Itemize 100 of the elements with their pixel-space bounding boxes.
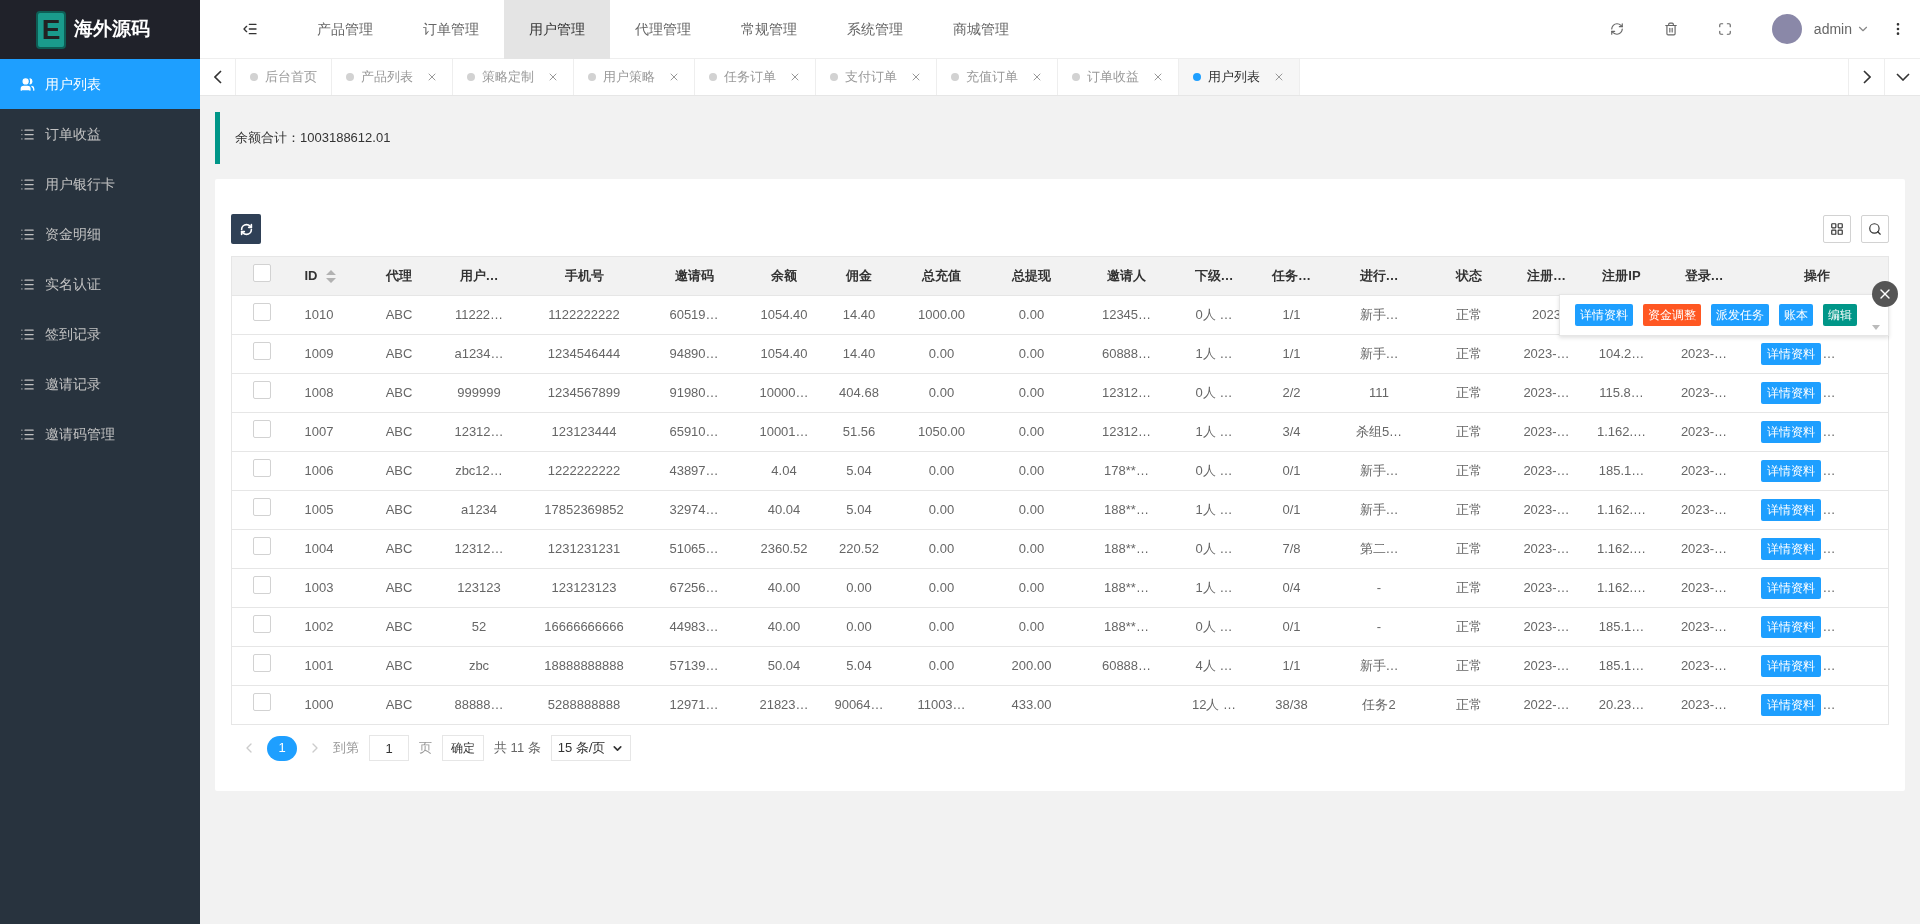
table-cell: 188**…: [1104, 619, 1149, 635]
overflow-ellipsis: …: [1822, 618, 1836, 637]
close-icon[interactable]: [1273, 71, 1285, 83]
close-icon[interactable]: [426, 71, 438, 83]
table-cell: 115.8…: [1599, 385, 1644, 401]
page-tab[interactable]: 策略定制: [453, 59, 574, 95]
column-header[interactable]: ID: [304, 266, 336, 286]
table-cell: 188**…: [1104, 541, 1149, 557]
table-cell: 2023-…: [1680, 619, 1728, 635]
table-cell: 2023-…: [1680, 658, 1728, 674]
close-icon[interactable]: [547, 71, 559, 83]
close-icon[interactable]: [910, 71, 922, 83]
nav-tab[interactable]: 系统管理: [822, 0, 928, 59]
sort-icon[interactable]: [325, 269, 336, 283]
details-button[interactable]: 详情资料: [1760, 343, 1821, 365]
action-button[interactable]: 账本: [1779, 304, 1813, 326]
page-tab[interactable]: 后台首页: [236, 59, 332, 95]
refresh-icon[interactable]: [1609, 22, 1624, 36]
close-icon[interactable]: [1031, 71, 1043, 83]
page-tab[interactable]: 产品列表: [332, 59, 453, 95]
checkbox[interactable]: [252, 654, 271, 673]
user-name[interactable]: admin: [1813, 18, 1852, 40]
users-icon: [20, 76, 35, 92]
details-button[interactable]: 详情资料: [1760, 655, 1821, 677]
table-cell: 新手…: [1359, 463, 1399, 479]
column-header: 余额: [771, 267, 797, 286]
trash-icon[interactable]: [1663, 22, 1678, 36]
checkbox[interactable]: [252, 576, 271, 595]
details-button[interactable]: 详情资料: [1760, 499, 1821, 521]
details-button[interactable]: 详情资料: [1760, 421, 1821, 443]
page-size-select[interactable]: 15 条/页: [550, 735, 631, 761]
action-button[interactable]: 编辑: [1823, 304, 1857, 326]
nav-tab[interactable]: 商城管理: [928, 0, 1034, 59]
page-input[interactable]: 1: [369, 735, 409, 761]
fullscreen-icon[interactable]: [1717, 22, 1732, 36]
details-button[interactable]: 详情资料: [1760, 694, 1821, 716]
menu-fold-icon[interactable]: [242, 21, 258, 37]
page-tab[interactable]: 用户策略: [574, 59, 695, 95]
checkbox[interactable]: [252, 342, 271, 361]
checkbox[interactable]: [252, 420, 271, 439]
checkbox[interactable]: [252, 303, 271, 322]
nav-tab[interactable]: 用户管理: [504, 0, 610, 59]
table-cell: 1.162.…: [1596, 502, 1647, 518]
action-button[interactable]: 派发任务: [1711, 304, 1769, 326]
checkbox[interactable]: [252, 381, 271, 400]
sidebar-item[interactable]: 用户列表: [0, 59, 200, 109]
sidebar-item[interactable]: 签到记录: [0, 309, 200, 359]
column-header: 状态: [1456, 267, 1482, 286]
sidebar-item[interactable]: 邀请记录: [0, 359, 200, 409]
details-button[interactable]: 详情资料: [1760, 382, 1821, 404]
sidebar-item[interactable]: 实名认证: [0, 259, 200, 309]
checkbox[interactable]: [252, 537, 271, 556]
details-button[interactable]: 详情资料: [1760, 538, 1821, 560]
nav-tab[interactable]: 代理管理: [610, 0, 716, 59]
table-cell: 43897…: [669, 463, 719, 479]
close-icon[interactable]: [1152, 71, 1164, 83]
nav-tab[interactable]: 订单管理: [398, 0, 504, 59]
page-tab[interactable]: 任务订单: [695, 59, 816, 95]
page-tab[interactable]: 充值订单: [937, 59, 1058, 95]
columns-button[interactable]: [1823, 215, 1851, 243]
table-cell: 0/4: [1282, 580, 1301, 596]
sidebar-item[interactable]: 用户银行卡: [0, 159, 200, 209]
sidebar-item[interactable]: 资金明细: [0, 209, 200, 259]
table-cell: 0.00: [1018, 580, 1045, 596]
table-cell: 1122222222: [548, 307, 620, 323]
confirm-button[interactable]: 确定: [442, 735, 484, 761]
table-cell: 4.04: [771, 463, 797, 479]
search-button[interactable]: [1861, 215, 1889, 243]
page-tab[interactable]: 支付订单: [816, 59, 937, 95]
details-button[interactable]: 详情资料: [1760, 616, 1821, 638]
page-button[interactable]: 1: [267, 735, 297, 761]
checkbox[interactable]: [252, 498, 271, 517]
table-cell: 0.00: [1018, 424, 1045, 440]
nav-tab[interactable]: 常规管理: [716, 0, 822, 59]
action-button[interactable]: 详情资料: [1575, 304, 1633, 326]
page-tab[interactable]: 用户列表: [1179, 59, 1300, 95]
details-button[interactable]: 详情资料: [1760, 460, 1821, 482]
close-button[interactable]: [1872, 281, 1898, 307]
sidebar-item[interactable]: 邀请码管理: [0, 409, 200, 459]
close-icon[interactable]: [789, 71, 801, 83]
table-cell: 12345…: [1101, 307, 1152, 323]
checkbox[interactable]: [252, 615, 271, 634]
action-button[interactable]: 资金调整: [1643, 304, 1701, 326]
sidebar-item[interactable]: 订单收益: [0, 109, 200, 159]
column-header: 下级…: [1194, 267, 1234, 286]
table-cell: 21823…: [759, 697, 809, 713]
table-cell: 2023-…: [1523, 541, 1570, 557]
table-cell: 404.68: [839, 385, 879, 401]
checkbox[interactable]: [252, 693, 271, 712]
refresh-button[interactable]: [231, 214, 261, 244]
close-icon[interactable]: [668, 71, 680, 83]
checkbox[interactable]: [252, 459, 271, 478]
table-cell: 0.00: [928, 463, 955, 479]
avatar[interactable]: [1771, 14, 1802, 44]
table-cell: ABC: [385, 541, 413, 557]
table-cell: 12312…: [1101, 385, 1152, 401]
nav-tab[interactable]: 产品管理: [292, 0, 398, 59]
checkbox[interactable]: [252, 264, 271, 283]
table-cell: 新手…: [1359, 307, 1399, 323]
details-button[interactable]: 详情资料: [1760, 577, 1821, 599]
